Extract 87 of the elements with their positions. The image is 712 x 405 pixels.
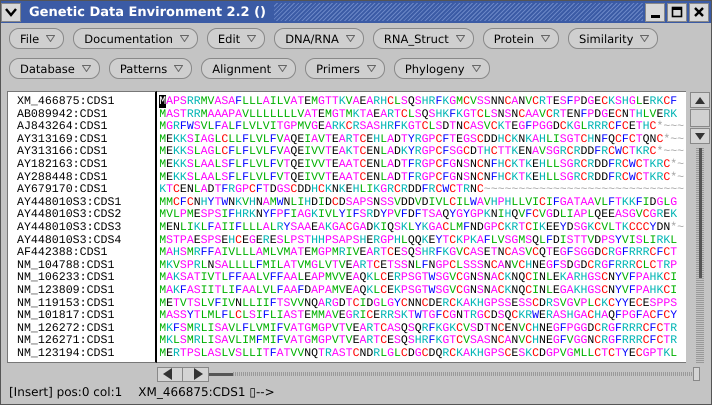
sequence-name[interactable]: XM_466875:CDS1 [17, 96, 114, 109]
menu-button[interactable]: Patterns [108, 58, 192, 79]
sequence-residues: MMCFCNHYTWNKVHNAMWNLIHDIDCDSAPSNSSVDDVDIVLCILWAVHPHLLVICIFGATAAVLFTKKFIDGLG [159, 196, 678, 209]
sequence-name[interactable]: AJ843264:CDS1 [17, 121, 108, 134]
caret-icon [366, 65, 376, 72]
scroll-track[interactable] [696, 148, 704, 363]
up-arrow-icon [695, 96, 706, 104]
close-button[interactable] [689, 2, 709, 22]
scroll-down-button[interactable] [690, 128, 710, 144]
menu-button[interactable]: Alignment [201, 58, 296, 79]
menu-button[interactable]: Protein [482, 28, 560, 49]
menu-button[interactable]: Similarity [568, 28, 658, 49]
sequence-name[interactable]: AY448010S3:CDS3 [17, 222, 122, 235]
maximize-button[interactable] [667, 2, 687, 22]
scroll-thumb[interactable] [209, 372, 233, 376]
caret-icon [456, 35, 465, 42]
caret-icon [180, 35, 189, 42]
sequence-name[interactable]: AY448010S3:CDS1 [17, 196, 122, 210]
sequence-residues: MAKSATIVTLFFAALVFFAALEAPMVVEAQKLCERPSGTWSGVCGNSNACKNQCINLEKARHGSCNYVFPAHKCI [159, 272, 678, 285]
sequence-residues: MASTRRMAAAPAVLLLLLLLVATEMGTMKTAEARTCLSQSHKFKGTCLSNSNCAAVCRTENFPDGECNTHLVERK [159, 108, 678, 121]
sequence-residues: MVLPMESPSIFHRKNYFPFIAGKIVLYIFSRDYPVFDFTSAQYGYGPKNIHQVFCVGDLIAPLQEEASGVCGREK [159, 209, 678, 222]
horizontal-scroll-buttons[interactable] [157, 366, 209, 382]
sequence-name[interactable]: NM_101817:CDS1 [17, 310, 114, 323]
sequence-name[interactable]: AF442388:CDS1 [17, 247, 108, 260]
left-arrow-icon [163, 368, 172, 380]
sequence-residues: MGRFWSVLFALFLVLVITGPMVGEARKCRSASHRFKGTCLSDTNCASVCKTEGFPGGDCKGLRRRCFCETHC*~~~ [159, 121, 684, 134]
sequence-residues: MEKKSLAALSFLFLVLFVTQEIVVTEAATCENLADTFRGPCFGNSNCNFHCKTKEHLLSGRCRDDFRCWCTKRC*~ [159, 158, 684, 172]
menu-button[interactable]: Edit [206, 28, 266, 49]
down-arrow-icon [695, 132, 706, 140]
close-icon [693, 6, 705, 18]
sequence-residues: METVTSLVFIVNLLIIFTSVVNQARGDTCIDGLGYCNNCDERCKAKHGPSSESSCDRSVGVPLCKCYYECESPPS [159, 298, 678, 310]
sequence-name[interactable]: NM_119153:CDS1 [17, 298, 114, 310]
sequence-name[interactable]: AY448010S3:CDS2 [17, 209, 122, 222]
maximize-icon [671, 6, 683, 18]
sequence-name[interactable]: NM_123194:CDS1 [17, 348, 114, 360]
menu-button[interactable]: File [9, 28, 64, 49]
sequence-residues: MSTPAESPSEHCEGERESLPSTHHPSAPSHERGPHLQQKEYTCKPKAFLVSGMSQLFDISTTVDPSYVISLIRKL [159, 234, 678, 247]
right-arrow-icon [194, 368, 203, 380]
chevron-down-icon [5, 7, 17, 17]
sequence-residues: MEKKSLAALSFLFLVLFVTQEIVVTEAATCENLADTFRGPCFGNSNCNFHCKTKEHLLSGRCRDDFRCWCTKRC*~ [159, 172, 684, 184]
sequence-residues: MENLIKLFAIIFLLLALRYSAAEAKGACGADKIQSKLYKGACLMFNDGPCKRTCIKEEYDSGKCVLTKCCCYDN*~ [159, 222, 684, 235]
window-menu-button[interactable] [1, 2, 21, 22]
minimize-icon [650, 14, 660, 18]
caret-icon [174, 65, 184, 72]
status-text: [Insert] pos:0 col:1 [9, 385, 122, 399]
sequence-residues: MKVSPRLNSALLLLFMILATVMGLVTVEARTCETSSNLFNGPCLSSSNCANVCHNEGFSDGDCRGFRRRCLCTRP [159, 260, 678, 272]
sequence-residues: MAKFASIITLIFAALVLFAAFDAPAMVEAQKLCEKPSGTWSGVCGNSNACKNQCINLEGAKHGSCNYVFPAHKCI [159, 284, 678, 298]
sequence-name[interactable]: NM_126272:CDS1 [17, 322, 114, 336]
caret-icon [640, 35, 650, 42]
caret-icon [278, 65, 288, 72]
sequence-name[interactable]: AY288448:CDS1 [17, 172, 108, 184]
caret-icon [247, 35, 256, 42]
menu-button[interactable]: Database [9, 58, 100, 79]
sequence-residues: MERTPSLASLVSLLITFATVVNQTRASTCNDRLGLCDGCDQRCKAKHGPSCESKCDGPVGMLLCTCTYECGPTKL [159, 348, 678, 360]
sequence-name[interactable]: AY313166:CDS1 [17, 146, 108, 159]
sequence-residues: MKFSMRLISAVLFLVMIFVATGMGPVTVEARTCASQSQRFKGKCVSDTNCENVCHNEGFPGGDCRGFRRRCFCTR [159, 322, 678, 335]
window-title: Genetic Data Environment 2.2 () [28, 4, 267, 20]
sequence-name[interactable]: AY182163:CDS1 [17, 158, 108, 172]
sequence-residues: MAPSRRMVASAFLLLAILVATEMGTTKVAEARHCLSQSHRFKGMCVSSNNCANVCRTESFPDGECKSHGLERKCF [159, 96, 678, 109]
sequence-residues: MASSYTLMLFLCLSIFLIASTEMMAVEGRICERRSKTWTGFCGNTRGCDSQCKRWERASHGACHAQFPGFACFCY [159, 310, 678, 323]
caret-icon [541, 35, 550, 42]
caret-icon [472, 65, 481, 72]
sequence-name[interactable]: AY679170:CDS1 [17, 184, 108, 197]
sequence-name[interactable]: NM_104788:CDS1 [17, 260, 114, 272]
menu-button[interactable]: DNA/RNA [274, 28, 364, 49]
sequence-name[interactable]: AY313169:CDS1 [17, 134, 108, 146]
sequence-residues: MEKKSLAGLCFLFLVLFVAQEIVVTEAKTCENLADKYRGPCFSGCDTHCTTKENAVSGRCRDDFRCWCTKRC*~~~ [159, 146, 684, 158]
sequence-name[interactable]: NM_123809:CDS1 [17, 284, 114, 298]
scroll-thumb[interactable] [698, 148, 702, 278]
menu-button[interactable]: RNA_Struct [372, 28, 474, 49]
sequence-residues: MAHSMRFFAIVLLLAMLVMATEMGPMRIVEARTCESQSHRFKGVCASETNCASVCQTEGFSGGDCRGFRRRCFCT [159, 247, 678, 260]
menu-button[interactable]: Phylogeny [394, 58, 490, 79]
status-sequence: XM_466875:CDS1 ▯--> [138, 385, 275, 399]
caret-icon [46, 35, 56, 42]
sequence-name[interactable]: AB089942:CDS1 [17, 108, 108, 122]
menu-button[interactable]: Primers [305, 58, 385, 79]
sequence-name[interactable]: NM_126271:CDS1 [17, 335, 114, 348]
sequence-name[interactable]: NM_106233:CDS1 [17, 272, 114, 285]
sequence-residues: KTCENLADTFRGPCFTDGSCDDHCKNKEHLIKGRCRDDFRCWCTRNC~~~~~~~~~~~~~~~~~~~~~~~~~~~~~ [159, 184, 684, 197]
sequence-residues: MEKKSIAGLCLLFLVLFVAQEIAVTEARTCEHLADTYRGPCFTEGSCDDHCKNKAHLISGTCHNFQCFCTQNC*~~ [159, 134, 684, 146]
sequence-residues: MKLSMRLISAVLIMFMIFVATGMGPVTVEARTCESQSHRFKGTCVSASNCANVCHNEGFVGGNCRGFRRRCFCTR [159, 335, 678, 348]
menu-button[interactable]: Documentation [73, 28, 198, 49]
minimize-button[interactable] [645, 2, 665, 22]
caret-icon [346, 35, 355, 42]
sequence-name[interactable]: AY448010S3:CDS4 [17, 234, 122, 248]
caret-icon [82, 65, 91, 72]
scroll-up-button[interactable] [690, 92, 710, 108]
